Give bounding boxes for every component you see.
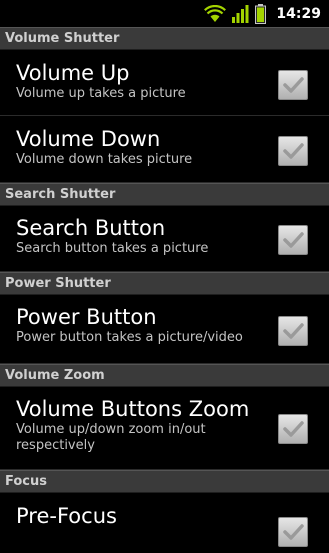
pref-title: Volume Up	[16, 61, 130, 85]
volume-up-checkbox[interactable]	[278, 70, 308, 100]
pref-title: Pre-Focus	[16, 504, 117, 528]
checkmark-icon	[283, 323, 304, 339]
pref-title: Search Button	[16, 216, 166, 240]
settings-list: Volume Shutter Volume Up Volume up takes…	[0, 27, 329, 553]
volume-down-checkbox[interactable]	[278, 136, 308, 166]
pref-volume-down[interactable]: Volume Down Volume down takes picture	[0, 116, 329, 183]
pref-summary: Volume down takes picture	[16, 152, 193, 167]
power-button-checkbox[interactable]	[278, 316, 308, 346]
pref-pre-focus[interactable]: Pre-Focus	[0, 493, 329, 553]
pref-power-button[interactable]: Power Button Power button takes a pictur…	[0, 295, 329, 364]
pref-title: Volume Down	[16, 127, 161, 151]
checkmark-icon	[283, 232, 304, 248]
search-button-checkbox[interactable]	[278, 225, 308, 255]
clock: 14:29	[276, 6, 321, 22]
checkmark-icon	[283, 421, 304, 437]
checkmark-icon	[283, 524, 304, 540]
category-header-search-shutter: Search Shutter	[0, 183, 329, 206]
category-header-power-shutter: Power Shutter	[0, 272, 329, 295]
pref-summary: Volume up/down zoom in/out respectively	[16, 422, 206, 453]
pref-title: Volume Buttons Zoom	[16, 397, 250, 421]
pref-title: Power Button	[16, 305, 157, 329]
category-header-volume-zoom: Volume Zoom	[0, 364, 329, 387]
pref-search-button[interactable]: Search Button Search button takes a pict…	[0, 206, 329, 272]
pref-volume-up[interactable]: Volume Up Volume up takes a picture	[0, 50, 329, 116]
signal-icon	[232, 5, 249, 23]
wifi-icon	[204, 5, 227, 23]
category-header-focus: Focus	[0, 470, 329, 493]
pref-summary: Power button takes a picture/video	[16, 330, 243, 345]
checkmark-icon	[283, 143, 304, 159]
pref-summary: Search button takes a picture	[16, 241, 209, 256]
pref-volume-buttons-zoom[interactable]: Volume Buttons Zoom Volume up/down zoom …	[0, 387, 329, 470]
pref-summary: Volume up takes a picture	[16, 86, 186, 101]
status-bar: 14:29	[0, 0, 329, 27]
volume-buttons-zoom-checkbox[interactable]	[278, 414, 308, 444]
category-header-volume-shutter: Volume Shutter	[0, 27, 329, 50]
pre-focus-checkbox[interactable]	[278, 517, 308, 547]
battery-icon	[255, 4, 267, 24]
checkmark-icon	[283, 77, 304, 93]
